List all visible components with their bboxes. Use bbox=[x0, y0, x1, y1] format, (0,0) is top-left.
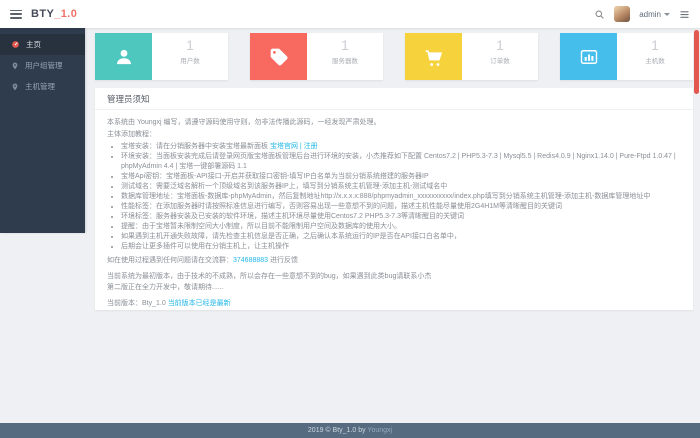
stat-label: 用户数 bbox=[152, 55, 228, 65]
qq-group-link[interactable]: 374688883 bbox=[233, 257, 268, 264]
brand-prefix: BTY bbox=[31, 8, 54, 20]
footer-copyright: 2019 © Bty_1.0 by bbox=[308, 427, 368, 434]
stat-label: 主机数 bbox=[617, 55, 693, 65]
navbar-left: BTY_1.0 bbox=[10, 8, 77, 20]
current-version-line: 当前版本：Bty_1.0 当前版本已经是最新 bbox=[107, 299, 681, 309]
dashboard-gauge-icon bbox=[11, 40, 20, 49]
stat-card-servers: 1 服务器数 bbox=[250, 33, 383, 80]
sidebar-item-user-groups[interactable]: 用户组管理 bbox=[0, 55, 85, 76]
stat-label: 服务器数 bbox=[307, 55, 383, 65]
feedback-line: 如在使用过程遇到任何问题请在交流群：374688883 进行反馈 bbox=[107, 256, 681, 266]
stat-value: 1 bbox=[617, 37, 693, 53]
notice-bullet: 环境安装：当面板安装完成后请登录网页版宝塔面板管理后台进行环境的安装，小杰推荐如… bbox=[121, 152, 681, 171]
baota-site-link[interactable]: 宝塔官网 | 注册 bbox=[270, 143, 318, 150]
map-pin-icon bbox=[11, 83, 19, 91]
sidebar-item-home[interactable]: 主页 bbox=[0, 34, 85, 55]
map-pin-icon bbox=[11, 62, 19, 70]
footer-author-link[interactable]: Youngxj bbox=[367, 427, 392, 434]
brand-suffix: _1.0 bbox=[54, 8, 77, 20]
admin-notice-panel: 管理员须知 本系统由 Youngxj 编写，请遵守源码使用守则，勿非法传播此源码… bbox=[95, 88, 693, 310]
stat-label: 订单数 bbox=[462, 55, 538, 65]
brand-logo[interactable]: BTY_1.0 bbox=[31, 8, 77, 20]
notice-bullet: 宝塔安装：请在分销服务器中安装宝塔最新面板 宝塔官网 | 注册 bbox=[121, 142, 681, 152]
panel-body: 本系统由 Youngxj 编写，请遵守源码使用守则，勿非法传播此源码，一经发现严… bbox=[95, 110, 693, 308]
notice-bullet: 测试域名：需要泛域名解析一个顶级域名到该服务器IP上，填写到分销系统主机管理-添… bbox=[121, 182, 681, 192]
stats-row: 1 用户数 1 服务器数 1 订单数 1 主机数 bbox=[95, 33, 693, 80]
stat-card-body: 1 订单数 bbox=[462, 33, 538, 80]
notice-bullet: 数据库管理地址：宝塔面板-数据库-phpMyAdmin，然后复制地址http:/… bbox=[121, 192, 681, 202]
stat-value: 1 bbox=[462, 37, 538, 53]
notice-bullet: 如果遇到主机开通失败故障，请先检查主机信息是否正确，之后确认本系统运行的IP是否… bbox=[121, 232, 681, 242]
stat-card-users: 1 用户数 bbox=[95, 33, 228, 80]
page-footer: 2019 © Bty_1.0 by Youngxj bbox=[0, 423, 700, 438]
version-status-link[interactable]: 当前版本已经是最新 bbox=[168, 300, 231, 307]
chevron-down-icon bbox=[664, 13, 670, 16]
navbar-right: admin bbox=[594, 6, 690, 22]
notice-bullet: 环境标签：服务器安装及已安装的软件环境，描述主机环境尽量使用Centos7.2 … bbox=[121, 212, 681, 222]
sidebar-item-hosts[interactable]: 主机管理 bbox=[0, 76, 85, 97]
version-note-line1: 当前系统为最初版本，由于技术的不成熟，所以会存在一些意想不到的bug，如果遇到此… bbox=[107, 272, 681, 282]
sidebar-toggle-hamburger-icon[interactable] bbox=[10, 10, 22, 19]
search-icon[interactable] bbox=[594, 9, 605, 20]
sidebar-item-label: 用户组管理 bbox=[25, 60, 63, 71]
top-navbar: BTY_1.0 admin bbox=[0, 0, 700, 28]
sidebar: 主页 用户组管理 主机管理 bbox=[0, 28, 85, 233]
notice-subtitle: 主体添加教程： bbox=[107, 130, 681, 140]
username-label: admin bbox=[639, 10, 661, 19]
notice-bullet-list: 宝塔安装：请在分销服务器中安装宝塔最新面板 宝塔官网 | 注册 环境安装：当面板… bbox=[107, 142, 681, 251]
user-icon bbox=[95, 33, 152, 80]
stat-card-body: 1 服务器数 bbox=[307, 33, 383, 80]
version-note-line2: 第二版正在全力开发中，敬请期待...... bbox=[107, 283, 681, 293]
user-avatar[interactable] bbox=[614, 6, 630, 22]
stat-card-body: 1 主机数 bbox=[617, 33, 693, 80]
sidebar-item-label: 主机管理 bbox=[25, 81, 55, 92]
tags-icon bbox=[250, 33, 307, 80]
notice-bullet: 性能标签：在添加服务器时请按照标准信息进行编写，否则容易出现一些意想不到的问题，… bbox=[121, 202, 681, 212]
stat-value: 1 bbox=[152, 37, 228, 53]
notice-intro: 本系统由 Youngxj 编写，请遵守源码使用守则，勿非法传播此源码，一经发现严… bbox=[107, 118, 681, 128]
stat-card-body: 1 用户数 bbox=[152, 33, 228, 80]
sidebar-item-label: 主页 bbox=[26, 39, 41, 50]
notice-bullet: 后期会让更多插件可以使用在分销主机上，让主机操作 bbox=[121, 242, 681, 252]
notice-bullet: 宝塔Api密钥：宝塔面板-API接口-开启并获取接口密钥-填写IP白名单为当前分… bbox=[121, 172, 681, 182]
page-scrollbar-thumb[interactable] bbox=[694, 30, 699, 94]
notice-bullet: 提醒：由于宝塔暂未限制空间大小制度，所以目前不能限制用户空间及数据库的使用大小。 bbox=[121, 222, 681, 232]
cart-icon bbox=[405, 33, 462, 80]
user-menu-toggle[interactable]: admin bbox=[639, 10, 670, 19]
bar-chart-icon bbox=[560, 33, 617, 80]
stat-value: 1 bbox=[307, 37, 383, 53]
stat-card-orders: 1 订单数 bbox=[405, 33, 538, 80]
stat-card-hosts: 1 主机数 bbox=[560, 33, 693, 80]
panel-title: 管理员须知 bbox=[95, 88, 693, 110]
right-panel-list-icon[interactable] bbox=[679, 9, 690, 20]
